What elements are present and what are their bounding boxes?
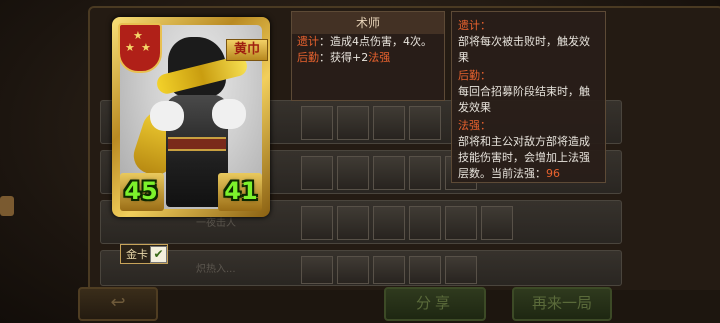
keyword: 遗计	[297, 35, 319, 48]
faction-label: 黄巾	[226, 39, 268, 61]
belt-art	[168, 137, 226, 151]
unit-thumb	[337, 206, 369, 240]
unit-thumb	[409, 156, 441, 190]
keyword-title: 后勤：	[458, 69, 491, 82]
keyword-desc-wrap: 部将和主公对敌方部将造成技能伤害时，会增加上法强层数。当前法强：96	[458, 134, 599, 182]
attack-value: 45	[124, 177, 158, 205]
keyword-desc: 部将每次被击败时，触发效果	[458, 35, 590, 64]
sleeve-art	[150, 101, 184, 131]
ability-line-deathrattle: 遗计：造成4点伤害，4次。	[292, 34, 444, 50]
sleeve-art	[212, 99, 246, 129]
keyword-desc: 部将和主公对敌方部将造成技能伤害时，会增加上法强层数。当前法强：	[458, 135, 590, 180]
keyword-entry: 后勤： 每回合招募阶段结束时，触发效果	[458, 68, 599, 116]
keyword-desc: 每回合招募阶段结束时，触发效果	[458, 85, 590, 114]
unit-thumb	[337, 156, 369, 190]
unit-thumb	[445, 256, 477, 284]
star-icon: ★	[133, 29, 143, 42]
unit-thumb	[301, 256, 333, 284]
unit-thumb	[373, 156, 405, 190]
unit-thumb	[445, 206, 477, 240]
board-row: 炽热入...	[100, 250, 622, 286]
keyword: 后勤	[297, 51, 319, 64]
row-label: 炽热入...	[196, 264, 236, 275]
keyword-title: 遗计：	[458, 19, 491, 32]
share-button[interactable]: 分享	[384, 287, 486, 321]
spell-power-value: 96	[546, 167, 560, 180]
keyword-entry: 法强： 部将和主公对敌方部将造成技能伤害时，会增加上法强层数。当前法强：96	[458, 118, 599, 182]
unit-thumb	[373, 106, 405, 140]
keyword-title: 法强：	[458, 119, 491, 132]
unit-thumb	[409, 206, 441, 240]
unit-thumb	[373, 206, 405, 240]
keyword-sep: ：	[319, 51, 330, 64]
side-tab-icon[interactable]	[0, 196, 14, 216]
star-icon: ★	[125, 41, 135, 54]
health-value: 41	[224, 177, 258, 205]
keyword-entry: 遗计： 部将每次被击败时，触发效果	[458, 18, 599, 66]
play-again-button[interactable]: 再来一局	[512, 287, 612, 321]
unit-thumb	[481, 206, 513, 240]
ability-highlight: 法强	[368, 51, 391, 64]
ability-line-logistics: 后勤：获得+2法强	[292, 50, 444, 66]
gold-card-checkbox[interactable]: ✔	[150, 246, 167, 263]
unit-thumb	[337, 106, 369, 140]
back-button[interactable]: ↩	[78, 287, 158, 321]
unit-thumb	[409, 256, 441, 284]
unit-card[interactable]: ★ ★ ★ 黄巾 45 41	[112, 17, 270, 217]
rank-star-icon: ★ ★ ★	[118, 23, 162, 73]
unit-thumb	[301, 156, 333, 190]
unit-thumb	[301, 106, 333, 140]
unit-thumb	[409, 106, 441, 140]
unit-thumb	[373, 256, 405, 284]
ability-text: 获得+2	[330, 51, 369, 64]
star-icon: ★	[141, 41, 151, 54]
tooltip-title: 术师	[292, 12, 444, 34]
keyword-tooltip: 遗计： 部将每次被击败时，触发效果 后勤： 每回合招募阶段结束时，触发效果 法强…	[451, 11, 606, 183]
unit-tooltip: 术师 遗计：造成4点伤害，4次。 后勤：获得+2法强	[291, 11, 445, 101]
unit-thumb	[301, 206, 333, 240]
keyword-sep: ：	[319, 35, 330, 48]
unit-thumb	[337, 256, 369, 284]
ability-text: 造成4点伤害，4次。	[330, 35, 432, 48]
